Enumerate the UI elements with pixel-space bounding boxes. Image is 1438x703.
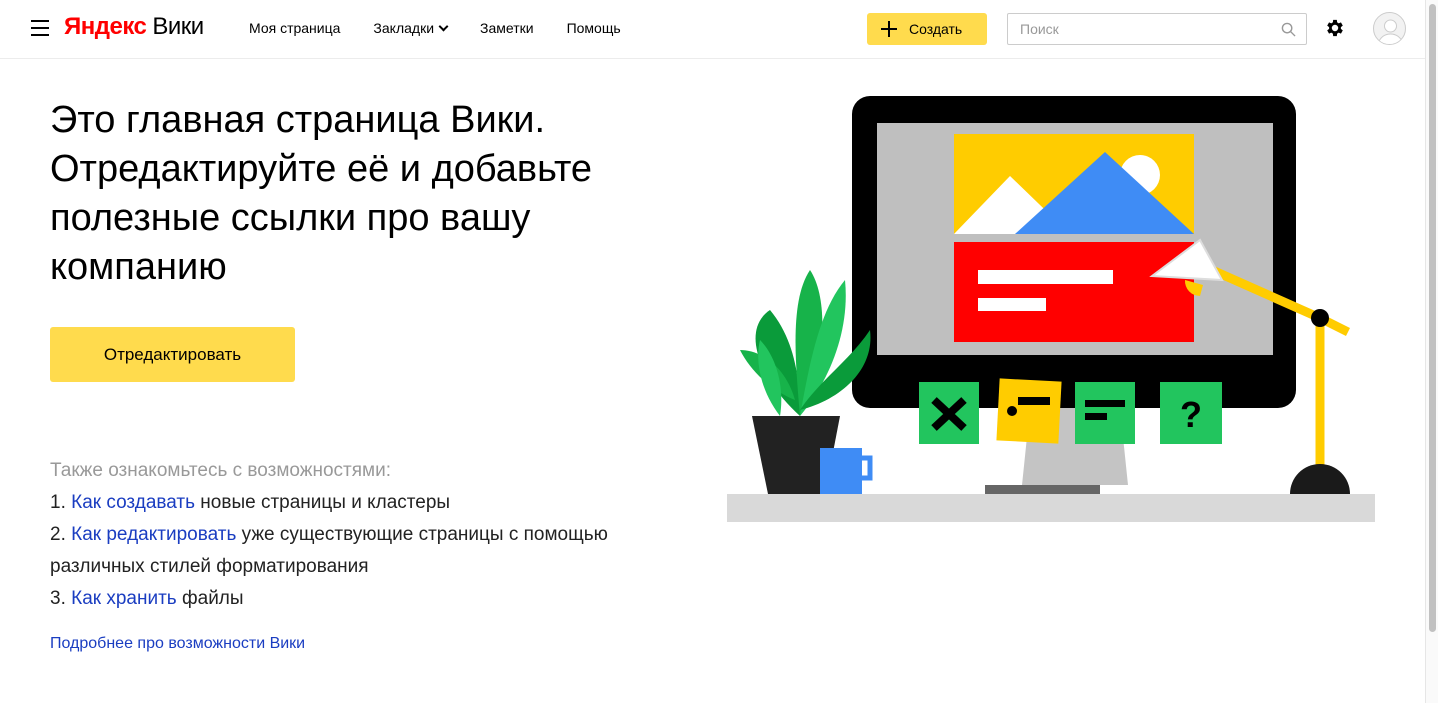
search-box — [1007, 13, 1307, 45]
list-number: 1. — [50, 492, 66, 513]
sticker-lines-icon — [1075, 382, 1135, 444]
list-text: файлы — [176, 588, 244, 609]
create-button[interactable]: Создать — [867, 13, 987, 45]
user-avatar[interactable] — [1373, 12, 1406, 45]
features-list-item: 2. Как редактировать уже существующие ст… — [50, 519, 690, 583]
list-text: новые страницы и кластеры — [195, 492, 451, 513]
how-to-edit-link[interactable]: Как редактировать — [71, 524, 236, 545]
hero-illustration: ? — [727, 96, 1375, 522]
logo[interactable]: Яндекс Вики — [64, 13, 204, 41]
avatar-silhouette-icon — [1377, 19, 1404, 44]
nav-notes[interactable]: Заметки — [480, 20, 534, 36]
how-to-create-link[interactable]: Как создавать — [71, 492, 195, 513]
red-card-shape — [954, 242, 1194, 342]
nav-bookmarks[interactable]: Закладки — [373, 20, 449, 36]
scrollbar-thumb[interactable] — [1429, 4, 1436, 632]
hamburger-menu-icon[interactable] — [31, 20, 49, 36]
nav-my-page[interactable]: Моя страница — [249, 20, 340, 36]
features-list-item: 1. Как создавать новые страницы и класте… — [50, 487, 690, 519]
logo-brand: Яндекс — [64, 13, 147, 40]
main-nav: Моя страница Закладки Заметки Помощь — [249, 20, 654, 36]
chevron-down-icon — [438, 21, 449, 31]
top-header: Яндекс Вики Моя страница Закладки Заметки… — [0, 0, 1425, 59]
features-list-item: 3. Как хранить файлы — [50, 583, 690, 615]
gear-icon[interactable] — [1324, 17, 1346, 39]
plus-icon — [881, 21, 897, 37]
mug-shape — [820, 448, 862, 494]
more-about-wiki-link[interactable]: Подробнее про возможности Вики — [50, 635, 305, 653]
edit-button[interactable]: Отредактировать — [50, 327, 295, 382]
search-icon[interactable] — [1281, 22, 1296, 37]
nav-help[interactable]: Помощь — [567, 20, 621, 36]
nav-bookmarks-label: Закладки — [373, 20, 435, 36]
monitor-base-shape — [985, 485, 1100, 494]
logo-product: Вики — [152, 13, 204, 40]
list-number: 3. — [50, 588, 66, 609]
sticker-x-icon — [919, 382, 979, 444]
svg-text:?: ? — [1180, 394, 1202, 435]
features-block: Также ознакомьтесь с возможностями: 1. К… — [50, 455, 690, 615]
page-headline: Это главная страница Вики. Отредактируйт… — [50, 99, 593, 288]
list-number: 2. — [50, 524, 66, 545]
sticker-note-icon — [996, 378, 1062, 444]
create-button-label: Создать — [909, 21, 963, 37]
features-intro: Также ознакомьтесь с возможностями: — [50, 460, 391, 481]
search-input[interactable] — [1008, 14, 1268, 44]
sticker-question-icon: ? — [1160, 382, 1222, 444]
desk-shape — [727, 494, 1375, 522]
how-to-store-link[interactable]: Как хранить — [71, 588, 177, 609]
page-scrollbar[interactable] — [1425, 0, 1438, 703]
